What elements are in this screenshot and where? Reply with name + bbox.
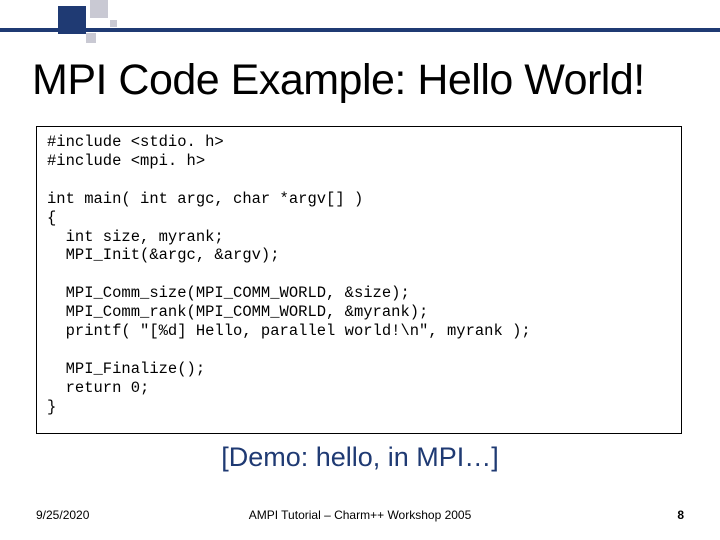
decoration-square-med: [90, 0, 108, 18]
slide: MPI Code Example: Hello World! #include …: [0, 0, 720, 540]
page-number: 8: [677, 508, 684, 522]
decoration-square-small-b: [110, 20, 117, 27]
header-decoration: [0, 0, 720, 40]
slide-title: MPI Code Example: Hello World!: [32, 56, 692, 105]
demo-caption: [Demo: hello, in MPI…]: [0, 442, 720, 473]
decoration-bar: [0, 28, 720, 32]
slide-footer: AMPI Tutorial – Charm++ Workshop 2005: [0, 508, 720, 522]
code-block: #include <stdio. h> #include <mpi. h> in…: [36, 126, 682, 434]
decoration-square-small-a: [86, 33, 96, 43]
decoration-square-large: [58, 6, 86, 34]
